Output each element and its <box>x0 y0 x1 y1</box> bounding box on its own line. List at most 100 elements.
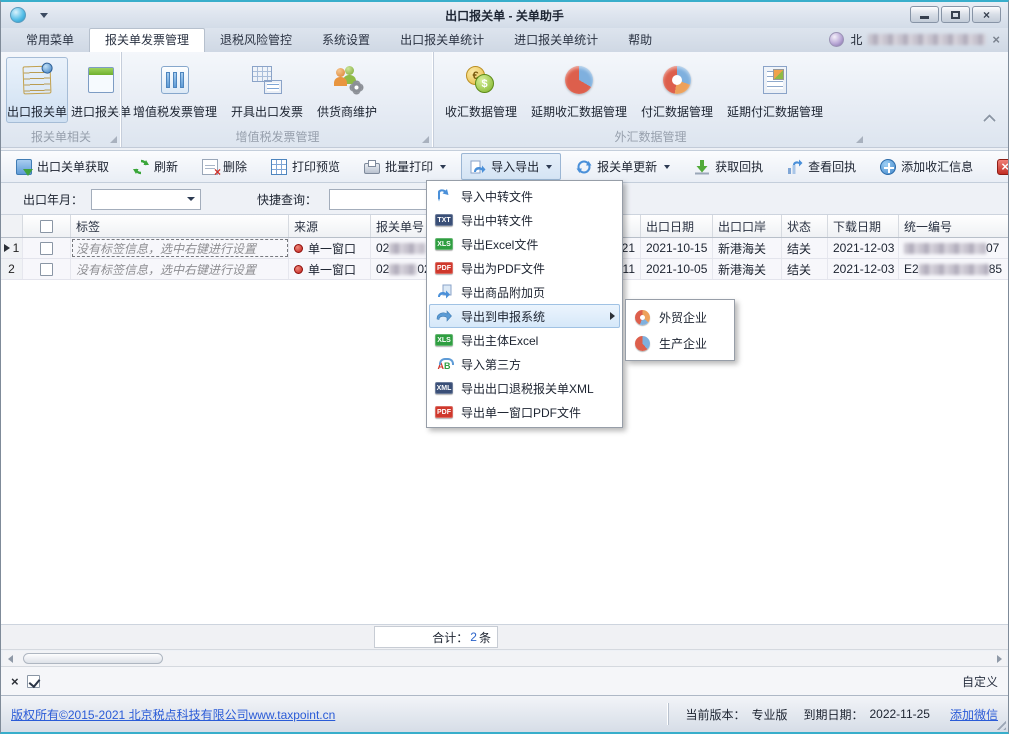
declaration-system-submenu: 外贸企业 生产企业 <box>625 299 735 361</box>
row-checkbox[interactable] <box>40 242 53 255</box>
ribbon-group-declarations: 出口报关单 进口报关单 报关单相关 <box>1 52 121 147</box>
app-window: 出口报关单 - 关单助手 × 常用菜单 报关单发票管理 退税风险管控 系统设置 … <box>0 0 1009 734</box>
source-status-dot-icon <box>294 265 303 274</box>
add-wechat-link[interactable]: 添加微信 <box>950 706 998 723</box>
account-name-redacted <box>868 34 986 45</box>
checkbox-icon[interactable] <box>40 220 53 233</box>
menu-item-export-excel[interactable]: XLS 导出Excel文件 <box>429 232 620 256</box>
tab-help[interactable]: 帮助 <box>613 29 667 52</box>
toolbar-button-add-receipt-info[interactable]: 添加收汇信息 <box>871 153 982 180</box>
toolbar-button-batch-print[interactable]: 批量打印 <box>355 153 455 180</box>
minimize-button[interactable] <box>910 6 939 23</box>
customize-link[interactable]: 自定义 <box>962 673 998 690</box>
update-icon <box>576 159 592 175</box>
ribbon: 出口报关单 进口报关单 报关单相关 增值税发票管理 开具出口发票 <box>1 52 1008 148</box>
toolbar-button-refresh[interactable]: 刷新 <box>124 153 187 180</box>
tab-common-menu[interactable]: 常用菜单 <box>11 29 89 52</box>
import-export-icon <box>470 159 486 175</box>
scrollbar-track[interactable] <box>17 652 992 665</box>
ribbon-button-payment-forex-data[interactable]: 付汇数据管理 <box>635 57 719 123</box>
export-month-label: 出口年月： <box>23 191 83 208</box>
submenu-item-production-enterprise[interactable]: 生产企业 <box>629 330 731 356</box>
menu-item-export-to-declaration-system[interactable]: 导出到申报系统 <box>429 304 620 328</box>
ribbon-button-deferred-payment-forex[interactable]: 延期付汇数据管理 <box>721 57 829 123</box>
ribbon-collapse-icon[interactable] <box>984 113 994 123</box>
header-tag[interactable]: 标签 <box>71 215 289 237</box>
header-row-indicator <box>1 215 23 237</box>
menu-item-import-transfer-file[interactable]: 导入中转文件 <box>429 184 620 208</box>
export-month-select[interactable] <box>91 189 201 210</box>
chevron-down-icon <box>182 191 199 208</box>
filter-enabled-checkbox[interactable] <box>27 675 40 688</box>
total-label: 合计： <box>432 629 468 646</box>
toolbar-button-fetch-declarations[interactable]: 出口关单获取 <box>7 153 118 180</box>
fetch-disk-icon <box>16 159 32 175</box>
tab-system-settings[interactable]: 系统设置 <box>307 29 385 52</box>
menu-item-export-goods-appendix[interactable]: 导出商品附加页 <box>429 280 620 304</box>
menu-item-export-pdf[interactable]: PDF 导出为PDF文件 <box>429 256 620 280</box>
horizontal-scrollbar[interactable] <box>3 651 1006 666</box>
toolbar-button-view-receipt[interactable]: 查看回执 <box>778 153 865 180</box>
menu-item-export-transfer-file[interactable]: TXT 导出中转文件 <box>429 208 620 232</box>
toolbar-button-print-preview[interactable]: 打印预览 <box>262 153 349 180</box>
import-arrow-icon <box>436 188 452 204</box>
menu-item-export-main-excel[interactable]: XLS 导出主体Excel <box>429 328 620 352</box>
copyright-link[interactable]: 版权所有©2015-2021 北京税点科技有限公司www.taxpoint.cn <box>11 706 335 723</box>
header-export-port[interactable]: 出口口岸 <box>713 215 782 237</box>
tab-export-stats[interactable]: 出口报关单统计 <box>385 29 499 52</box>
toolbar-button-import-export[interactable]: 导入导出 <box>461 153 561 180</box>
account-area: 北 × <box>829 31 1000 48</box>
toolbar-button-close[interactable]: 关闭 <box>988 153 1009 180</box>
tag-placeholder-text: 没有标签信息，选中右键进行设置 <box>76 240 256 257</box>
submenu-item-foreign-trade-enterprise[interactable]: 外贸企业 <box>629 304 731 330</box>
ribbon-group-vat-invoice: 增值税发票管理 开具出口发票 供货商维护 增值税发票管理 <box>121 52 433 147</box>
toolbar: 出口关单获取 刷新 删除 打印预览 批量打印 <box>1 150 1008 183</box>
maximize-button[interactable] <box>941 6 970 23</box>
donut-chart-icon <box>659 62 695 98</box>
dialog-launcher-icon[interactable] <box>856 136 863 143</box>
ribbon-button-receipt-forex-data[interactable]: € $ 收汇数据管理 <box>439 57 523 123</box>
close-button[interactable]: × <box>972 6 1001 23</box>
header-export-date[interactable]: 出口日期 <box>641 215 713 237</box>
add-icon <box>880 159 896 175</box>
total-count-box: 合计： 2 条 <box>374 626 498 648</box>
menu-item-export-single-window-pdf[interactable]: PDF 导出单一窗口PDF文件 <box>429 400 620 424</box>
header-select-all[interactable] <box>23 215 71 237</box>
toolbar-button-delete[interactable]: 删除 <box>193 153 256 180</box>
redacted-number <box>904 243 986 254</box>
dialog-launcher-icon[interactable] <box>110 136 117 143</box>
tab-tax-risk[interactable]: 退税风险管控 <box>205 29 307 52</box>
tag-placeholder-text: 没有标签信息，选中右键进行设置 <box>76 261 256 278</box>
ribbon-group-label: 报关单相关 <box>1 128 121 145</box>
header-download-date[interactable]: 下载日期 <box>828 215 899 237</box>
pie-chart-icon <box>561 62 597 98</box>
scrollbar-thumb[interactable] <box>23 653 163 664</box>
ribbon-button-issue-export-invoice[interactable]: 开具出口发票 <box>225 57 309 123</box>
txt-file-icon: TXT <box>435 214 452 226</box>
menu-item-import-third-party[interactable]: AB 导入第三方 <box>429 352 620 376</box>
header-status[interactable]: 状态 <box>782 215 828 237</box>
clear-filter-icon[interactable]: × <box>11 674 19 689</box>
ribbon-button-deferred-receipt-forex[interactable]: 延期收汇数据管理 <box>525 57 633 123</box>
scroll-left-icon[interactable] <box>3 652 17 665</box>
redacted-number <box>389 264 417 275</box>
header-unified-no[interactable]: 统一编号 <box>899 215 1008 237</box>
ribbon-group-forex-data: € $ 收汇数据管理 延期收汇数据管理 付汇数据管理 延期付汇数据管理 外汇数据… <box>433 52 867 147</box>
close-red-icon <box>997 159 1009 175</box>
tab-close-icon[interactable]: × <box>992 32 1000 47</box>
header-source[interactable]: 来源 <box>289 215 371 237</box>
menu-item-export-tax-refund-xml[interactable]: XML 导出出口退税报关单XML <box>429 376 620 400</box>
refresh-icon <box>133 159 149 175</box>
import-export-menu: 导入中转文件 TXT 导出中转文件 XLS 导出Excel文件 PDF 导出为P… <box>426 180 623 428</box>
ribbon-button-export-declaration[interactable]: 出口报关单 <box>6 57 68 123</box>
toolbar-button-declaration-update[interactable]: 报关单更新 <box>567 153 679 180</box>
tab-declaration-invoice-mgmt[interactable]: 报关单发票管理 <box>89 28 205 52</box>
toolbar-button-get-receipt[interactable]: 获取回执 <box>685 153 772 180</box>
scroll-right-icon[interactable] <box>992 652 1006 665</box>
dialog-launcher-icon[interactable] <box>422 136 429 143</box>
version-info: 当前版本： 专业版 到期日期： 2022-11-25 添加微信 <box>668 703 998 725</box>
tab-import-stats[interactable]: 进口报关单统计 <box>499 29 613 52</box>
ribbon-button-vat-invoice-mgmt[interactable]: 增值税发票管理 <box>127 57 223 123</box>
ribbon-button-supplier-maintenance[interactable]: 供货商维护 <box>311 57 383 123</box>
row-checkbox[interactable] <box>40 263 53 276</box>
